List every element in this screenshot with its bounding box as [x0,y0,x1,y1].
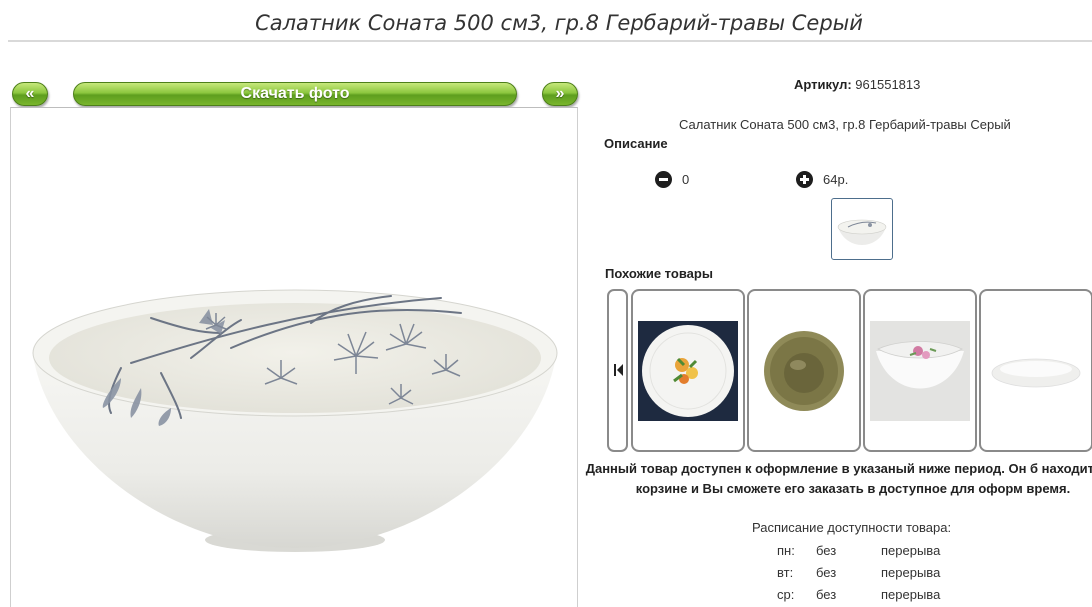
title-divider [8,40,1092,42]
quantity-control: 0 [655,171,689,188]
similar-products-label: Похожие товары [605,266,713,281]
bowl-thumb-icon [837,219,887,245]
next-photo-button[interactable]: » [542,82,578,106]
schedule-title: Расписание доступности товара: [752,520,952,535]
plus-icon[interactable] [796,171,813,188]
schedule-to: перерыва [881,543,941,558]
schedule-from: без [816,587,837,602]
skip-back-icon [614,364,623,376]
article-value: 961551813 [855,77,921,92]
similar-item-1[interactable] [631,289,745,452]
square-bowl-with-rose-icon [870,321,970,421]
white-deep-plate-icon [991,358,1081,388]
schedule-day: пн: [777,543,795,558]
prev-photo-button[interactable]: « [12,82,48,106]
price-value: 64р. [823,172,849,187]
similar-item-2[interactable] [747,289,861,452]
schedule-from: без [816,565,837,580]
article-number: Артикул: 961551813 [794,77,920,92]
similar-item-4[interactable] [979,289,1092,452]
quantity-value: 0 [682,172,690,187]
carousel-back-button[interactable] [607,289,628,452]
availability-notice: Данный товар доступен к оформление в ука… [585,461,1092,496]
schedule-to: перерыва [881,565,941,580]
schedule-day: вт: [777,565,794,580]
article-label: Артикул: [794,77,852,92]
price-control: 64р. [796,171,848,188]
product-thumbnail[interactable] [831,198,893,260]
product-photo[interactable] [10,107,578,607]
minus-icon[interactable] [655,171,672,188]
page-title: Салатник Соната 500 см3, гр.8 Гербарий-т… [255,11,863,35]
product-name: Салатник Соната 500 см3, гр.8 Гербарий-т… [679,117,1011,132]
smoked-glass-plate-icon [764,331,844,411]
bowl-image [32,289,558,552]
description-label: Описание [604,136,668,151]
plate-with-flowers-icon [638,321,738,421]
download-photo-button[interactable]: Скачать фото [73,82,517,106]
schedule-from: без [816,543,837,558]
schedule-day: ср: [777,587,795,602]
similar-item-3[interactable] [863,289,977,452]
schedule-to: перерыва [881,587,941,602]
